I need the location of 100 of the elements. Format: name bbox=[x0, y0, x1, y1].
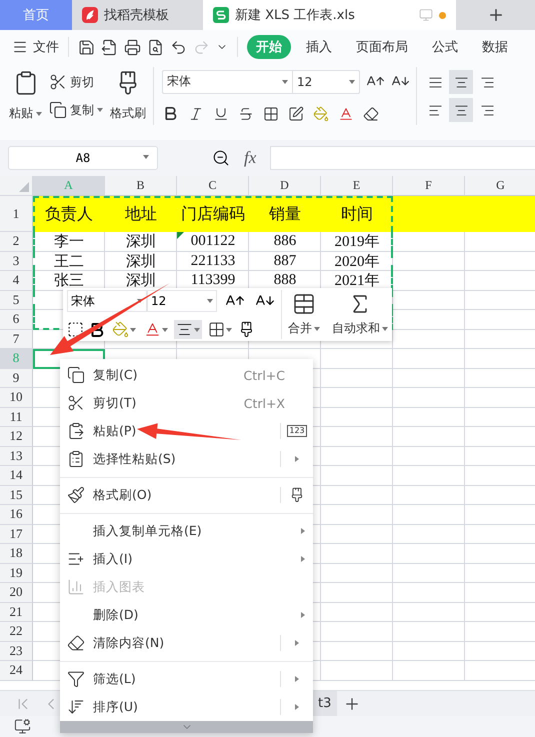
borders-icon[interactable] bbox=[263, 106, 279, 122]
italic-icon[interactable] bbox=[188, 106, 204, 122]
column-header[interactable]: G bbox=[465, 176, 535, 196]
table-cell-text: 深圳 bbox=[125, 272, 157, 290]
copy-icon[interactable] bbox=[49, 101, 67, 119]
row-header[interactable]: 23 bbox=[0, 642, 33, 661]
strikethrough-icon[interactable] bbox=[238, 106, 254, 122]
column-header[interactable]: C bbox=[177, 176, 249, 196]
menu-item[interactable]: 筛选(L) bbox=[60, 665, 313, 693]
dropdown-caret-icon bbox=[130, 328, 136, 332]
scissors-icon[interactable] bbox=[49, 73, 67, 91]
fill-color-icon[interactable] bbox=[313, 106, 329, 122]
table-cell-text: 2020年 bbox=[334, 252, 380, 271]
row-header[interactable]: 11 bbox=[0, 408, 33, 427]
row-header[interactable]: 7 bbox=[0, 330, 33, 349]
font-size-select[interactable]: 12 bbox=[147, 290, 217, 312]
print-preview-icon[interactable] bbox=[147, 38, 164, 56]
menu-item[interactable]: 格式刷(O) bbox=[60, 481, 313, 509]
row-header[interactable]: 24 bbox=[0, 661, 33, 680]
cut-button[interactable]: 剪切 bbox=[49, 73, 103, 91]
paste-button[interactable]: 粘贴 bbox=[6, 64, 45, 128]
row-header[interactable]: 22 bbox=[0, 622, 33, 642]
menu-item[interactable]: 清除内容(N) bbox=[60, 629, 313, 657]
menu-item[interactable]: 剪切(T) Ctrl+X bbox=[60, 389, 313, 417]
cell-style-icon[interactable] bbox=[288, 106, 304, 122]
row-header[interactable]: 20 bbox=[0, 583, 33, 602]
print-icon[interactable] bbox=[124, 38, 141, 56]
table-cell-text: 深圳 bbox=[125, 232, 157, 252]
sheet-tab[interactable]: t3 bbox=[312, 691, 338, 716]
macro-icon[interactable] bbox=[14, 718, 31, 735]
table-cell-text: 887 bbox=[272, 252, 298, 271]
row-header[interactable]: 19 bbox=[0, 564, 33, 583]
row-header[interactable]: 6 bbox=[0, 310, 33, 330]
zoom-out-icon[interactable] bbox=[212, 149, 230, 167]
paintbrush-icon[interactable] bbox=[289, 487, 305, 503]
align-center-icon bbox=[176, 321, 193, 338]
caret-icon bbox=[36, 112, 42, 116]
row-header[interactable]: 5 bbox=[0, 290, 33, 310]
select-area-icon[interactable] bbox=[67, 321, 84, 338]
file-menu-button[interactable]: 文件 bbox=[12, 38, 59, 56]
ribbon-tab[interactable]: 页面布局 bbox=[347, 35, 417, 59]
sort-icon bbox=[67, 698, 85, 716]
formula-input[interactable] bbox=[270, 146, 535, 170]
menu-item[interactable]: 插入复制单元格(E) bbox=[60, 517, 313, 545]
cell-name-box[interactable]: A8 bbox=[8, 146, 158, 170]
column-header[interactable]: D bbox=[249, 176, 321, 196]
menu-item[interactable]: 复制(C) Ctrl+C bbox=[60, 361, 313, 389]
row-header[interactable]: 9 bbox=[0, 368, 33, 388]
autosum-button[interactable]: 自动求和 bbox=[326, 290, 394, 339]
row-header[interactable]: 4 bbox=[0, 271, 33, 290]
row-header[interactable]: 16 bbox=[0, 505, 33, 524]
column-header[interactable]: E bbox=[321, 176, 393, 196]
font-name-select[interactable]: 宋体 bbox=[67, 290, 147, 312]
ribbon-tab[interactable]: 数据 bbox=[473, 35, 517, 59]
merge-cells-icon[interactable] bbox=[292, 292, 316, 316]
align-center-button[interactable] bbox=[449, 98, 473, 122]
ribbon-tab[interactable]: 插入 bbox=[297, 35, 341, 59]
menu-item[interactable]: 排序(U) bbox=[60, 693, 313, 721]
align-center-button[interactable] bbox=[174, 320, 202, 339]
save-icon[interactable] bbox=[78, 38, 95, 56]
align-middle-button[interactable] bbox=[449, 70, 473, 94]
export-icon[interactable] bbox=[101, 38, 118, 56]
table-cell: 负责人 bbox=[33, 196, 105, 232]
align-bottom-icon bbox=[480, 74, 494, 90]
row-header[interactable]: 12 bbox=[0, 427, 33, 446]
document-tab[interactable]: 新建 XLS 工作表.xls bbox=[203, 0, 456, 30]
row-header[interactable]: 2 bbox=[0, 232, 33, 252]
row-header[interactable]: 18 bbox=[0, 544, 33, 564]
dropdown-caret-icon bbox=[162, 328, 168, 332]
table-cell bbox=[393, 196, 465, 232]
ribbon-tab[interactable]: 公式 bbox=[423, 35, 467, 59]
row-header[interactable]: 15 bbox=[0, 486, 33, 505]
row-header[interactable]: 13 bbox=[0, 446, 33, 466]
merge-button[interactable]: 合并 bbox=[282, 290, 326, 339]
eraser-icon[interactable] bbox=[363, 106, 379, 122]
row-header[interactable]: 10 bbox=[0, 388, 33, 408]
column-header[interactable]: B bbox=[105, 176, 177, 196]
table-cell-text: 深圳 bbox=[125, 252, 157, 271]
column-header[interactable]: F bbox=[393, 176, 465, 196]
row-header[interactable]: 14 bbox=[0, 466, 33, 486]
underline-icon[interactable] bbox=[213, 106, 229, 122]
menu-item[interactable]: 删除(D) bbox=[60, 601, 313, 629]
row-header[interactable]: 1 bbox=[0, 196, 33, 232]
table-cell bbox=[465, 196, 535, 232]
menu-item[interactable]: 选择性粘贴(S) bbox=[60, 445, 313, 473]
font-color-icon[interactable] bbox=[338, 106, 354, 122]
scissors-icon bbox=[67, 394, 85, 412]
function-label[interactable]: fx bbox=[244, 148, 256, 168]
row-header[interactable]: 21 bbox=[0, 602, 33, 622]
row-header[interactable]: 17 bbox=[0, 524, 33, 544]
format-painter-button[interactable]: 格式刷 bbox=[107, 64, 149, 128]
fill-color-button[interactable] bbox=[110, 320, 138, 339]
copy-button[interactable]: 复制 bbox=[49, 101, 103, 119]
paintbrush-icon[interactable] bbox=[238, 321, 255, 338]
table-cell: 时间 bbox=[321, 196, 393, 232]
undo-icon[interactable] bbox=[170, 38, 187, 56]
menu-item[interactable]: 插入(I) bbox=[60, 545, 313, 573]
align-left-icon bbox=[428, 102, 442, 118]
paste-values-label[interactable]: 123 bbox=[287, 425, 307, 437]
row-header[interactable]: 3 bbox=[0, 252, 33, 271]
